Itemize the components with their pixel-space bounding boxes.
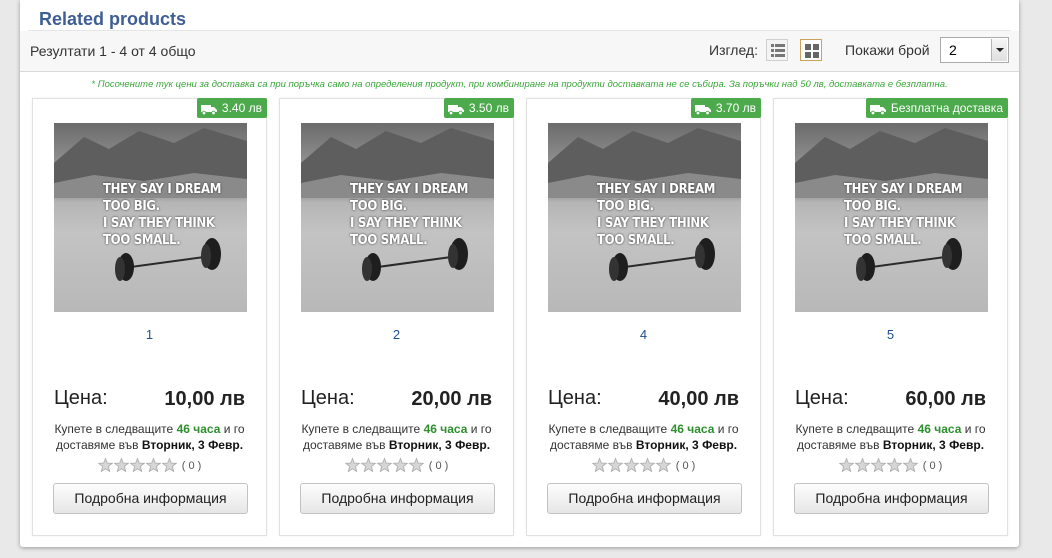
rating: ( 0 ) xyxy=(33,458,266,472)
rating: ( 0 ) xyxy=(527,458,760,472)
chevron-down-icon xyxy=(991,39,1007,61)
details-button[interactable]: Подробна информация xyxy=(794,483,989,514)
caption-line: I SAY THEY THINK xyxy=(597,216,709,231)
caption-line: TOO SMALL. xyxy=(844,233,922,248)
product-name-link[interactable]: 2 xyxy=(280,327,513,342)
shipping-price: 3.40 лв xyxy=(221,101,262,115)
delivery-info: Купете в следващите 46 часа и го доставя… xyxy=(537,421,750,453)
product-image[interactable]: THEY SAY I DREAM TOO BIG. I SAY THEY THINK… xyxy=(301,123,494,312)
delivery-day: Вторник, 3 Февр. xyxy=(141,438,244,452)
caption-line: I SAY THEY THINK xyxy=(103,216,215,231)
product-card: Безплатна доставка THEY SAY I DREAM TOO BI… xyxy=(773,98,1008,536)
price-value: 20,00 лв xyxy=(411,388,492,410)
image-caption: THEY SAY I DREAM TOO BIG. I SAY THEY THINK… xyxy=(844,181,962,249)
delivery-day: Вторник, 3 Февр. xyxy=(882,438,985,452)
caption-line: TOO BIG. xyxy=(103,199,160,214)
shipping-badge: 3.70 лв xyxy=(690,98,761,118)
price-label: Цена: xyxy=(548,387,602,409)
caption-line: THEY SAY I DREAM xyxy=(844,182,963,197)
delivery-pre-text: Купете в следващите xyxy=(54,422,174,436)
caption-line: THEY SAY I DREAM xyxy=(103,182,222,197)
delivery-info: Купете в следващите 46 часа и го доставя… xyxy=(43,421,256,453)
truck-icon xyxy=(694,101,716,116)
shipping-badge: 3.40 лв xyxy=(196,98,267,118)
product-name-link[interactable]: 5 xyxy=(774,327,1007,342)
product-card: 3.50 лв THEY SAY I DREAM TOO BIG. I SAY THE… xyxy=(279,98,514,536)
price-label: Цена: xyxy=(795,387,849,409)
rating: ( 0 ) xyxy=(774,458,1007,472)
price-label: Цена: xyxy=(301,387,355,409)
details-button[interactable]: Подробна информация xyxy=(547,483,742,514)
truck-icon xyxy=(869,101,891,116)
star-rating-icon[interactable] xyxy=(591,458,672,472)
delivery-info: Купете в следващите 46 часа и го доставя… xyxy=(784,421,997,453)
shipping-price: 3.70 лв xyxy=(715,101,756,115)
caption-line: THEY SAY I DREAM xyxy=(350,182,469,197)
star-rating-icon[interactable] xyxy=(344,458,425,472)
price-value: 10,00 лв xyxy=(164,388,245,410)
price-value: 60,00 лв xyxy=(905,388,986,410)
price-label: Цена: xyxy=(54,387,108,409)
price-value: 40,00 лв xyxy=(658,388,739,410)
caption-line: TOO BIG. xyxy=(350,199,407,214)
view-label: Изглед: xyxy=(709,42,758,58)
caption-line: I SAY THEY THINK xyxy=(350,216,462,231)
list-view-icon xyxy=(771,44,785,57)
shipping-price: 3.50 лв xyxy=(468,101,509,115)
details-button[interactable]: Подробна информация xyxy=(300,483,495,514)
caption-line: TOO SMALL. xyxy=(597,233,675,248)
delivery-hours: 46 часа xyxy=(176,422,221,436)
results-count: Резултати 1 - 4 от 4 общо xyxy=(30,43,196,59)
delivery-note: * Посочените тук цени за доставка са при… xyxy=(91,79,948,90)
image-caption: THEY SAY I DREAM TOO BIG. I SAY THEY THINK… xyxy=(103,181,221,249)
per-page-value: 2 xyxy=(949,42,957,58)
product-image[interactable]: THEY SAY I DREAM TOO BIG. I SAY THEY THINK… xyxy=(548,123,741,312)
details-button[interactable]: Подробна информация xyxy=(53,483,248,514)
star-rating-icon[interactable] xyxy=(97,458,178,472)
delivery-pre-text: Купете в следващите xyxy=(795,422,915,436)
delivery-hours: 46 часа xyxy=(423,422,468,436)
per-page-select[interactable]: 2 xyxy=(940,37,1009,63)
image-caption: THEY SAY I DREAM TOO BIG. I SAY THEY THINK… xyxy=(597,181,715,249)
caption-line: TOO BIG. xyxy=(844,199,901,214)
product-name-link[interactable]: 1 xyxy=(33,327,266,342)
product-card: 3.70 лв THEY SAY I DREAM TOO BIG. I SAY THE… xyxy=(526,98,761,536)
truck-icon xyxy=(200,101,222,116)
product-image[interactable]: THEY SAY I DREAM TOO BIG. I SAY THEY THINK… xyxy=(54,123,247,312)
results-toolbar: Резултати 1 - 4 от 4 общо Изглед: Покажи… xyxy=(20,31,1019,72)
delivery-day: Вторник, 3 Февр. xyxy=(388,438,491,452)
caption-line: TOO BIG. xyxy=(597,199,654,214)
caption-line: I SAY THEY THINK xyxy=(844,216,956,231)
rating-count: ( 0 ) xyxy=(675,460,696,472)
rating: ( 0 ) xyxy=(280,458,513,472)
grid-view-icon xyxy=(805,44,819,58)
caption-line: THEY SAY I DREAM xyxy=(597,182,716,197)
delivery-hours: 46 часа xyxy=(917,422,962,436)
delivery-pre-text: Купете в следващите xyxy=(301,422,421,436)
truck-icon xyxy=(447,101,469,116)
rating-count: ( 0 ) xyxy=(922,460,943,472)
delivery-pre-text: Купете в следващите xyxy=(548,422,668,436)
image-caption: THEY SAY I DREAM TOO BIG. I SAY THEY THINK… xyxy=(350,181,468,249)
shipping-badge: 3.50 лв xyxy=(443,98,514,118)
caption-line: TOO SMALL. xyxy=(103,233,181,248)
product-card: 3.40 лв THEY SAY I DREAM TOO BIG. I SAY THE… xyxy=(32,98,267,536)
delivery-info: Купете в следващите 46 часа и го доставя… xyxy=(290,421,503,453)
product-name-link[interactable]: 4 xyxy=(527,327,760,342)
section-title: Related products xyxy=(39,9,187,29)
delivery-day: Вторник, 3 Февр. xyxy=(635,438,738,452)
shipping-price: Безплатна доставка xyxy=(890,101,1003,115)
per-page-label: Покажи брой xyxy=(845,42,930,58)
delivery-hours: 46 часа xyxy=(670,422,715,436)
star-rating-icon[interactable] xyxy=(838,458,919,472)
rating-count: ( 0 ) xyxy=(181,460,202,472)
product-image[interactable]: THEY SAY I DREAM TOO BIG. I SAY THEY THINK… xyxy=(795,123,988,312)
grid-view-button[interactable] xyxy=(800,39,822,61)
rating-count: ( 0 ) xyxy=(428,460,449,472)
list-view-button[interactable] xyxy=(766,39,788,61)
caption-line: TOO SMALL. xyxy=(350,233,428,248)
shipping-badge: Безплатна доставка xyxy=(865,98,1008,118)
